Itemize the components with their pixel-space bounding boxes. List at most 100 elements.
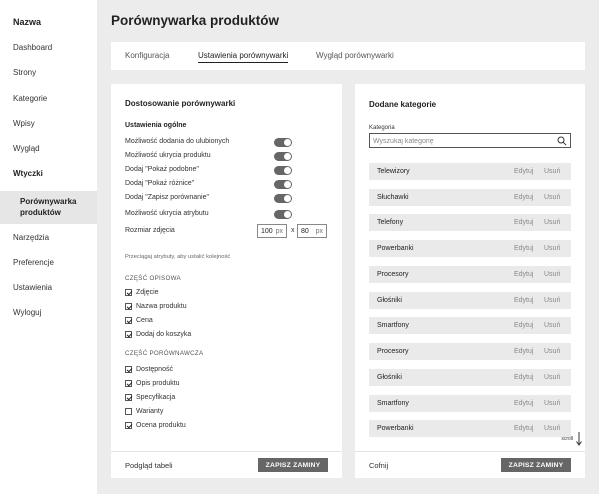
sidebar-item-narzedzia[interactable]: Narzędzia bbox=[13, 233, 49, 242]
sidebar-item-wyglad[interactable]: Wygląd bbox=[13, 144, 40, 153]
edit-link[interactable]: Edytuj bbox=[514, 322, 533, 329]
checkbox[interactable] bbox=[125, 408, 132, 415]
delete-link[interactable]: Usuń bbox=[544, 425, 560, 432]
category-name: Powerbanki bbox=[377, 425, 414, 432]
checkbox-label: Zdjęcie bbox=[136, 289, 159, 296]
category-row: Powerbanki Edytuj Usuń bbox=[369, 240, 571, 257]
category-name: Smartfony bbox=[377, 400, 409, 407]
sidebar-item-strony[interactable]: Strony bbox=[13, 68, 36, 77]
card-title: Dostosowanie porównywarki bbox=[125, 99, 236, 108]
sidebar-item-wtyczki[interactable]: Wtyczki bbox=[13, 169, 43, 178]
save-button[interactable]: ZAPISZ ZAMINY bbox=[501, 458, 571, 472]
card-title: Dodane kategorie bbox=[369, 100, 437, 109]
toggle-switch[interactable] bbox=[274, 180, 292, 189]
delete-link[interactable]: Usuń bbox=[544, 297, 560, 304]
sidebar-item-kategorie[interactable]: Kategorie bbox=[13, 94, 47, 103]
toggle-switch[interactable] bbox=[274, 194, 292, 203]
delete-link[interactable]: Usuń bbox=[544, 271, 560, 278]
category-row: Głośniki Edytuj Usuń bbox=[369, 292, 571, 309]
tab-bar: Konfiguracja Ustawienia porównywarki Wyg… bbox=[111, 42, 585, 70]
edit-link[interactable]: Edytuj bbox=[514, 245, 533, 252]
brand-name: Nazwa bbox=[13, 17, 42, 27]
checkbox[interactable] bbox=[125, 366, 132, 373]
checkbox-label: Dostępność bbox=[136, 366, 173, 373]
edit-link[interactable]: Edytuj bbox=[514, 400, 533, 407]
delete-link[interactable]: Usuń bbox=[544, 219, 560, 226]
setting-label: Możliwość ukrycia atrybutu bbox=[125, 210, 209, 217]
unit-label: px bbox=[315, 228, 323, 235]
size-separator: x bbox=[291, 227, 295, 234]
category-search-field[interactable] bbox=[369, 133, 571, 148]
checkbox[interactable] bbox=[125, 317, 132, 324]
checkbox[interactable] bbox=[125, 331, 132, 338]
setting-label: Możliwość ukrycia produktu bbox=[125, 152, 211, 159]
edit-link[interactable]: Edytuj bbox=[514, 168, 533, 175]
edit-link[interactable]: Edytuj bbox=[514, 425, 533, 432]
delete-link[interactable]: Usuń bbox=[544, 194, 560, 201]
delete-link[interactable]: Usuń bbox=[544, 245, 560, 252]
checkbox[interactable] bbox=[125, 422, 132, 429]
category-name: Smartfony bbox=[377, 322, 409, 329]
delete-link[interactable]: Usuń bbox=[544, 322, 560, 329]
edit-link[interactable]: Edytuj bbox=[514, 374, 533, 381]
delete-link[interactable]: Usuń bbox=[544, 374, 560, 381]
setting-label: Możliwość dodania do ulubionych bbox=[125, 138, 230, 145]
sidebar-subitem-porownywarka[interactable]: Porównywarka produktów bbox=[0, 191, 97, 224]
save-button[interactable]: ZAPISZ ZAMINY bbox=[258, 458, 328, 472]
tab-wyglad-porownywarki[interactable]: Wygląd porównywarki bbox=[316, 51, 394, 60]
checkbox[interactable] bbox=[125, 303, 132, 310]
edit-link[interactable]: Edytuj bbox=[514, 219, 533, 226]
toggle-switch[interactable] bbox=[274, 210, 292, 219]
cancel-link[interactable]: Cofnij bbox=[369, 461, 388, 470]
divider bbox=[355, 451, 585, 452]
section-title-general: Ustawienia ogólne bbox=[125, 122, 187, 129]
divider bbox=[111, 451, 342, 452]
delete-link[interactable]: Usuń bbox=[544, 400, 560, 407]
edit-link[interactable]: Edytuj bbox=[514, 297, 533, 304]
delete-link[interactable]: Usuń bbox=[544, 348, 560, 355]
delete-link[interactable]: Usuń bbox=[544, 168, 560, 175]
image-width-input[interactable]: 100 px bbox=[257, 224, 287, 238]
category-name: Słuchawki bbox=[377, 194, 409, 201]
setting-label: Dodaj "Pokaż różnice" bbox=[125, 180, 195, 187]
category-name: Procesory bbox=[377, 271, 409, 278]
checkbox[interactable] bbox=[125, 380, 132, 387]
tab-konfiguracja[interactable]: Konfiguracja bbox=[125, 51, 169, 60]
checkbox-label: Nazwa produktu bbox=[136, 303, 187, 310]
setting-row: Możliwość ukrycia atrybutu bbox=[125, 209, 330, 221]
page-title: Porównywarka produktów bbox=[111, 13, 280, 28]
setting-row: Dodaj "Pokaż różnice" bbox=[125, 179, 330, 191]
sidebar-item-dashboard[interactable]: Dashboard bbox=[13, 43, 52, 52]
image-height-input[interactable]: 80 px bbox=[297, 224, 327, 238]
category-row: Słuchawki Edytuj Usuń bbox=[369, 189, 571, 206]
checkbox[interactable] bbox=[125, 289, 132, 296]
sidebar-item-wyloguj[interactable]: Wyloguj bbox=[13, 308, 41, 317]
checkbox-label: Opis produktu bbox=[136, 380, 180, 387]
checkbox[interactable] bbox=[125, 394, 132, 401]
toggle-switch[interactable] bbox=[274, 138, 292, 147]
search-icon[interactable] bbox=[557, 136, 567, 146]
preview-table-link[interactable]: Podgląd tabeli bbox=[125, 461, 173, 470]
category-row: Powerbanki Edytuj Usuń bbox=[369, 420, 571, 437]
sidebar-item-wpisy[interactable]: Wpisy bbox=[13, 119, 35, 128]
setting-row: Możliwość ukrycia produktu bbox=[125, 151, 330, 163]
drag-hint: Przeciągaj atrybuty, aby ustalić kolejno… bbox=[125, 254, 231, 260]
toggle-switch[interactable] bbox=[274, 166, 292, 175]
category-name: Procesory bbox=[377, 348, 409, 355]
category-name: Telefony bbox=[377, 219, 404, 226]
category-search-input[interactable] bbox=[373, 136, 543, 146]
category-name: Głośniki bbox=[377, 374, 402, 381]
sidebar-item-ustawienia[interactable]: Ustawienia bbox=[13, 283, 52, 292]
category-row: Procesory Edytuj Usuń bbox=[369, 343, 571, 360]
sidebar-item-preferencje[interactable]: Preferencje bbox=[13, 258, 54, 267]
sidebar-subitem-label: Porównywarka produktów bbox=[20, 197, 77, 217]
tab-ustawienia-porownywarki[interactable]: Ustawienia porównywarki bbox=[198, 51, 289, 63]
edit-link[interactable]: Edytuj bbox=[514, 194, 533, 201]
checkbox-label: Cena bbox=[136, 317, 153, 324]
sidebar: Nazwa Dashboard Strony Kategorie Wpisy W… bbox=[0, 0, 97, 494]
checkbox-label: Specyfikacja bbox=[136, 394, 176, 401]
edit-link[interactable]: Edytuj bbox=[514, 271, 533, 278]
edit-link[interactable]: Edytuj bbox=[514, 348, 533, 355]
toggle-switch[interactable] bbox=[274, 152, 292, 161]
category-row: Głośniki Edytuj Usuń bbox=[369, 369, 571, 386]
